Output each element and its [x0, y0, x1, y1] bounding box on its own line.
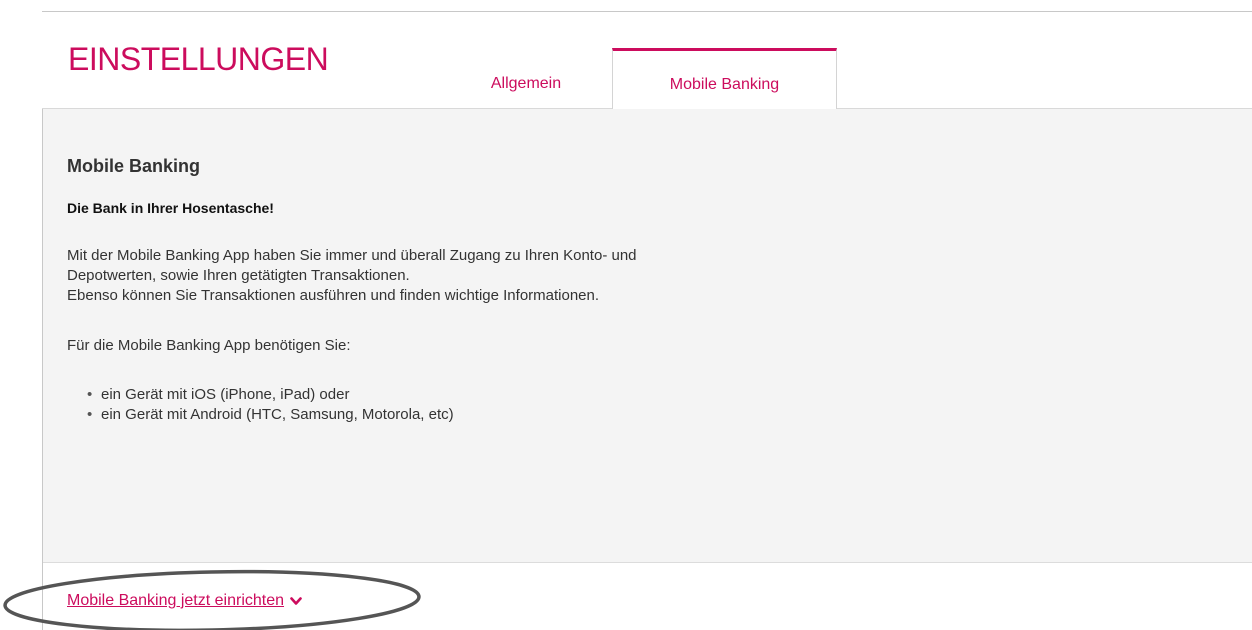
- page-title: EINSTELLUNGEN: [68, 41, 329, 77]
- setup-mobile-banking-link[interactable]: Mobile Banking jetzt einrichten: [67, 592, 302, 610]
- setup-link-label: Mobile Banking jetzt einrichten: [67, 592, 285, 609]
- description-line-3: Ebenso können Sie Transaktionen ausführe…: [67, 287, 600, 304]
- requirement-text: ein Gerät mit iOS (iPhone, iPad) oder: [101, 386, 350, 403]
- tab-mobile-banking[interactable]: Mobile Banking: [612, 48, 837, 110]
- chevron-down-icon: [290, 597, 302, 605]
- settings-page: EINSTELLUNGEN Allgemein Mobile Banking M…: [0, 0, 1252, 630]
- mobile-banking-panel: Mobile Banking Die Bank in Ihrer Hosenta…: [43, 109, 1252, 563]
- section-title: Mobile Banking: [67, 156, 201, 176]
- requirements-list: • ein Gerät mit iOS (iPhone, iPad) oder •…: [87, 385, 454, 425]
- list-item: • ein Gerät mit Android (HTC, Samsung, Mo…: [87, 405, 454, 425]
- tagline: Die Bank in Ihrer Hosentasche!: [67, 200, 274, 216]
- description-line-1: Mit der Mobile Banking App haben Sie imm…: [67, 247, 637, 264]
- requirement-text: ein Gerät mit Android (HTC, Samsung, Mot…: [101, 406, 454, 423]
- bullet-icon: •: [87, 386, 93, 403]
- tab-allgemein[interactable]: Allgemein: [452, 48, 600, 109]
- requirements-intro: Für die Mobile Banking App benötigen Sie…: [67, 337, 351, 354]
- description-line-2: Depotwerten, sowie Ihren getätigten Tran…: [67, 267, 410, 284]
- bullet-icon: •: [87, 406, 93, 423]
- settings-header: EINSTELLUNGEN Allgemein Mobile Banking: [42, 12, 1252, 110]
- list-item: • ein Gerät mit iOS (iPhone, iPad) oder: [87, 385, 454, 405]
